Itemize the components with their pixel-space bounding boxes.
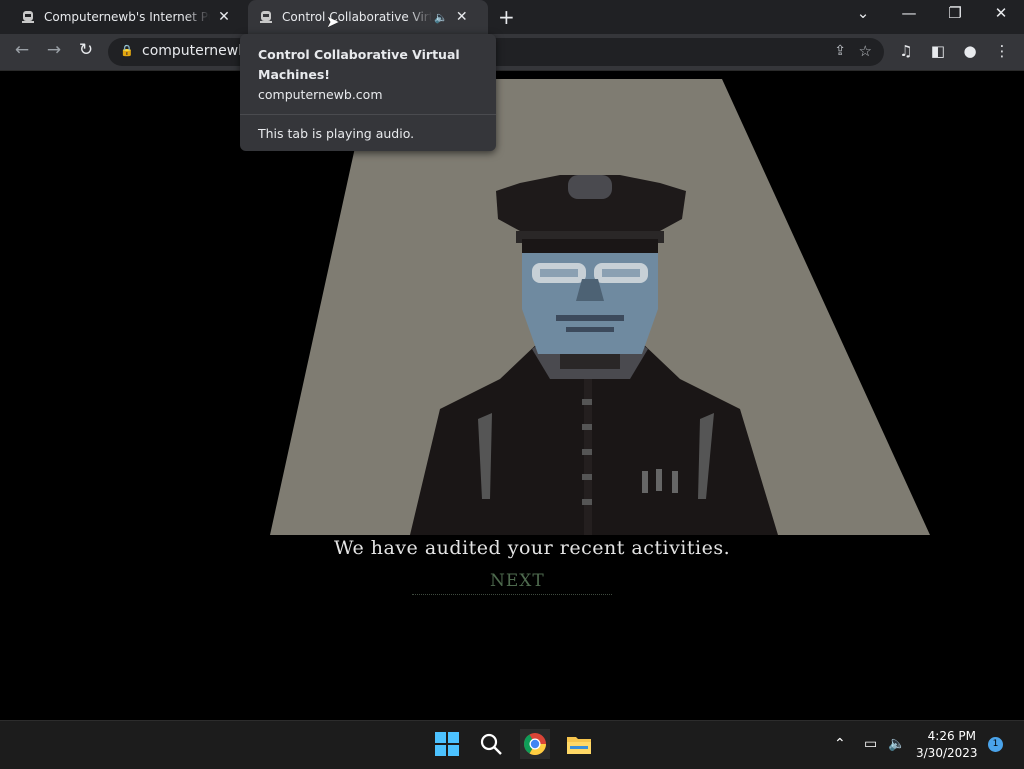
clock-time: 4:26 PM [927,729,976,743]
reload-icon[interactable]: ↻ [74,40,98,60]
tab-strip: Computernewb's Internet Pub Hub ✕ Contro… [0,0,1024,34]
profile-icon[interactable]: ● [960,42,980,60]
network-icon[interactable]: ▭ [864,736,877,752]
new-tab-button[interactable]: + [498,5,515,29]
restore-icon[interactable]: ❐ [940,4,970,22]
mouse-cursor-icon: ➤ [326,12,340,31]
hovercard-audio-status: This tab is playing audio. [258,126,415,141]
chrome-icon[interactable] [520,729,550,759]
divider [412,594,612,595]
computernewb-favicon [260,11,272,23]
divider [240,114,496,115]
dialog-caption: We have audited your recent activities. [334,537,731,559]
windows-start-icon[interactable] [432,729,462,759]
side-panel-icon[interactable]: ◧ [928,42,948,60]
search-icon[interactable] [476,729,506,759]
close-window-icon[interactable]: ✕ [986,4,1016,22]
clock-date: 3/30/2023 [916,746,978,760]
computernewb-favicon [22,11,34,23]
hovercard-domain: computernewb.com [258,87,383,102]
notification-badge[interactable]: 1 [988,737,1003,752]
system-clock[interactable]: 4:26 PM 3/30/2023 [916,728,978,762]
media-control-icon[interactable]: ♫ [896,42,916,60]
tab-internet-pub-hub[interactable]: Computernewb's Internet Pub Hub ✕ [12,0,244,34]
close-tab-icon[interactable]: ✕ [454,9,470,25]
chevron-up-icon[interactable]: ⌃ [834,736,846,752]
address-bar[interactable]: 🔒 computernewb.com ⇪ ☆ [108,38,884,66]
share-icon[interactable]: ⇪ [834,43,846,59]
close-tab-icon[interactable]: ✕ [216,9,232,25]
bookmark-star-icon[interactable]: ☆ [859,42,872,60]
file-explorer-icon[interactable] [564,729,594,759]
menu-icon[interactable]: ⋮ [992,42,1012,60]
browser-toolbar: ← → ↻ 🔒 computernewb.com ⇪ ☆ ♫ ◧ ● ⋮ [0,34,1024,71]
game-canvas[interactable]: We have audited your recent activities. … [0,71,1024,720]
speaker-icon[interactable]: 🔈 [434,11,448,24]
volume-icon[interactable]: 🔈 [888,736,905,752]
back-icon[interactable]: ← [10,40,34,60]
windows-taskbar: ⌃ ▭ 🔈 4:26 PM 3/30/2023 1 [0,720,1024,769]
minimize-icon[interactable]: — [894,4,924,22]
hovercard-title: Control Collaborative Virtual Machines! [258,47,460,82]
tab-title: Control Collaborative Virtual Machines! [282,10,432,24]
forward-icon[interactable]: → [42,40,66,60]
next-button[interactable]: NEXT [490,571,545,591]
lock-icon[interactable]: 🔒 [120,44,134,57]
tab-title: Computernewb's Internet Pub Hub [44,10,210,24]
tab-collabvm[interactable]: Control Collaborative Virtual Machines! … [248,0,488,34]
tab-hover-card: Control Collaborative Virtual Machines! … [240,34,496,151]
tab-search-icon[interactable]: ⌄ [848,4,878,22]
